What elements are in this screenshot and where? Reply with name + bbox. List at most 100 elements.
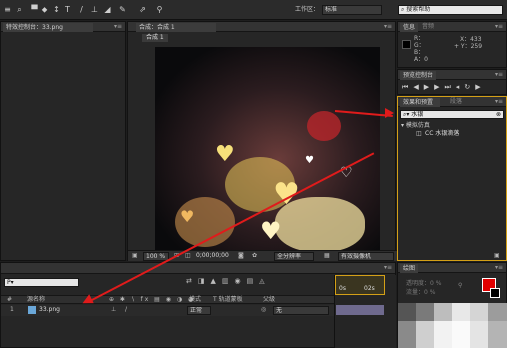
graph-editor-icon[interactable]: ◬	[259, 277, 270, 285]
effect-item-cc-mercury[interactable]: CC 水银滴落	[425, 130, 459, 138]
effects-presets-panel: 效果和预置 段落 ▾≡ ⌕▾ 水银 ⊗ ▾ 模拟仿真 ◫ CC 水银滴落 ▣	[397, 96, 507, 261]
grid-icon[interactable]: ▣	[132, 252, 138, 260]
brainstorm-icon[interactable]: ▤	[247, 277, 260, 285]
effect-controls-panel: 特效控制台：33.png ▾≡	[0, 21, 126, 261]
panel-menu-icon[interactable]: ▾≡	[495, 98, 503, 105]
panel-menu-icon[interactable]: ▾≡	[114, 23, 122, 30]
current-time[interactable]: 0;00;00;00	[196, 252, 229, 260]
hand-menu-icon[interactable]: ≡	[3, 5, 12, 14]
comp-subtab[interactable]: 合成 1	[142, 34, 168, 42]
ruler-mark: 02s	[364, 285, 375, 292]
timeline-tracks[interactable]: 0s 02s	[334, 275, 396, 348]
info-panel: 信息 音频 ▾≡ R： G： B： A：0 X：433 + Y：259	[397, 21, 507, 68]
hide-shy-icon[interactable]: ▲	[211, 277, 222, 285]
roto-tool-icon[interactable]: ⇗	[138, 5, 147, 14]
first-frame-icon[interactable]: ⏮	[402, 83, 413, 91]
clone-stamp-icon[interactable]: ⊥	[90, 5, 99, 14]
layer-name[interactable]: 33.png	[39, 306, 60, 314]
timeline-panel: ▾≡ P▾ ⇄◨▲▥◉▤◬ # 源名称 ⊕ ✱ ∖ fx ▤ ◉ ◑ ◕ 模式 …	[0, 262, 396, 348]
last-frame-icon[interactable]: ⏭	[444, 83, 455, 91]
mask-icon[interactable]: ◫	[185, 252, 191, 260]
col-track-matte[interactable]: T 轨道蒙板	[213, 296, 243, 304]
layer-row[interactable]: 1 33.png ⊥ / 正常 ◎ 无	[1, 305, 334, 316]
info-a: A：0	[414, 56, 428, 63]
heart-light-icon: ♥	[180, 207, 195, 226]
col-parent[interactable]: 父级	[263, 296, 275, 304]
loop-icon[interactable]: ↻	[464, 83, 475, 91]
effects-category[interactable]: ▾ 模拟仿真	[401, 122, 430, 130]
heart-light-icon: ♥	[305, 155, 314, 166]
composition-panel: 合成：合成 1 ▾≡ 合成 1 ♥ ♥ ♥ ♡ ♥ ♥ ▣ 100 % ⊞ ◫ …	[127, 21, 397, 261]
layer-index: 1	[10, 306, 14, 313]
pen-tool-icon[interactable]: /	[77, 5, 86, 14]
tab-paint[interactable]: 绘图	[400, 264, 419, 273]
timeline-search-text: P▾	[7, 279, 14, 286]
col-mode[interactable]: 模式	[189, 296, 201, 304]
help-search-text: 搜索帮助	[406, 6, 431, 13]
channel-icon[interactable]: ✿	[252, 252, 257, 260]
resolution-select[interactable]: 全分辨率	[274, 252, 314, 261]
clear-search-icon[interactable]: ⊗	[496, 111, 501, 118]
puppet-tool-icon[interactable]: ⚲	[155, 5, 164, 14]
tab-composition[interactable]: 合成：合成 1	[136, 23, 216, 32]
snapshot-icon[interactable]: ◙	[238, 252, 244, 260]
comp-mini-flowchart-icon[interactable]: ⇄	[186, 277, 198, 285]
heart-light-icon: ♥	[215, 142, 235, 167]
panel-menu-icon[interactable]: ▾≡	[495, 23, 503, 30]
camera-select[interactable]: 有效摄像机	[338, 252, 394, 261]
layer-duration-bar[interactable]	[336, 305, 384, 315]
brush-tool-icon[interactable]: ✎	[118, 5, 127, 14]
workspace-value: 标准	[325, 6, 338, 13]
timeline-switches: ⇄◨▲▥◉▤◬	[186, 277, 271, 285]
timeline-search-input[interactable]: P▾	[4, 278, 79, 287]
eraser-tool-icon[interactable]: ◢	[103, 5, 112, 14]
info-y: + Y：259	[454, 43, 483, 50]
ram-preview-icon[interactable]: ▶	[475, 83, 485, 91]
pickwhip-icon[interactable]: ◎	[261, 306, 266, 314]
flow-label: 流量：0 %	[406, 289, 436, 296]
zoom-tool-icon[interactable]: ⌕	[15, 5, 24, 14]
tab-info[interactable]: 信息	[400, 23, 419, 32]
col-source-name[interactable]: 源名称	[27, 296, 45, 304]
zoom-value: 100 %	[146, 253, 166, 260]
quality-switch-icon[interactable]: /	[125, 306, 127, 314]
bokeh-red-light	[307, 111, 341, 141]
layer-mode-select[interactable]: 正常	[187, 306, 211, 315]
panel-menu-icon[interactable]: ▾≡	[495, 264, 503, 271]
layer-parent-select[interactable]: 无	[273, 306, 329, 315]
composition-viewer[interactable]: ♥ ♥ ♥ ♡ ♥ ♥	[155, 47, 380, 252]
image-layer-icon	[28, 306, 36, 314]
panel-menu-icon[interactable]: ▾≡	[384, 264, 392, 271]
panel-menu-icon[interactable]: ▾≡	[384, 23, 392, 30]
tab-paragraph[interactable]: 段落	[450, 98, 462, 106]
rotate-tool-icon[interactable]: ▀	[30, 5, 39, 14]
effects-search-input[interactable]: ⌕▾ 水银 ⊗	[400, 110, 504, 119]
region-icon[interactable]: ▦	[324, 252, 330, 260]
layer-mode-value: 正常	[190, 307, 203, 314]
panel-menu-icon[interactable]: ▾≡	[495, 71, 503, 78]
effects-search-value: 水银	[411, 111, 424, 118]
anchor-switch-icon[interactable]: ⊥	[111, 306, 116, 314]
tab-effect-controls[interactable]: 特效控制台：33.png	[3, 23, 93, 32]
camera-tool-icon[interactable]: ⬥	[40, 5, 49, 14]
paint-panel: 绘图 ▾≡ 透明度：0 % 流量：0 % ⚲	[397, 262, 507, 348]
prev-frame-icon[interactable]: ◀	[413, 83, 423, 91]
workspace-select[interactable]: 标准	[322, 5, 382, 15]
layer-parent-value: 无	[276, 307, 283, 314]
pan-tool-icon[interactable]: ↕	[52, 5, 61, 14]
ruler-start: 0s	[339, 285, 346, 292]
play-icon[interactable]: ▶	[424, 83, 434, 91]
dropper-icon[interactable]: ⚲	[458, 282, 462, 290]
tab-effects-presets[interactable]: 效果和预置	[400, 98, 440, 107]
next-frame-icon[interactable]: ▶	[434, 83, 444, 91]
text-tool-icon[interactable]: T	[63, 5, 72, 14]
tab-audio[interactable]: 音频	[422, 23, 434, 31]
background-color-swatch[interactable]	[490, 288, 500, 298]
draft-3d-icon[interactable]: ◨	[198, 277, 211, 285]
tab-preview[interactable]: 预览控制台	[400, 71, 437, 80]
new-preset-icon[interactable]: ▣	[494, 252, 500, 260]
help-search-input[interactable]: ⌕ 搜索帮助	[398, 5, 503, 15]
motion-blur-icon[interactable]: ◉	[235, 277, 247, 285]
col-index: #	[7, 296, 13, 303]
frame-blend-icon[interactable]: ▥	[222, 277, 235, 285]
